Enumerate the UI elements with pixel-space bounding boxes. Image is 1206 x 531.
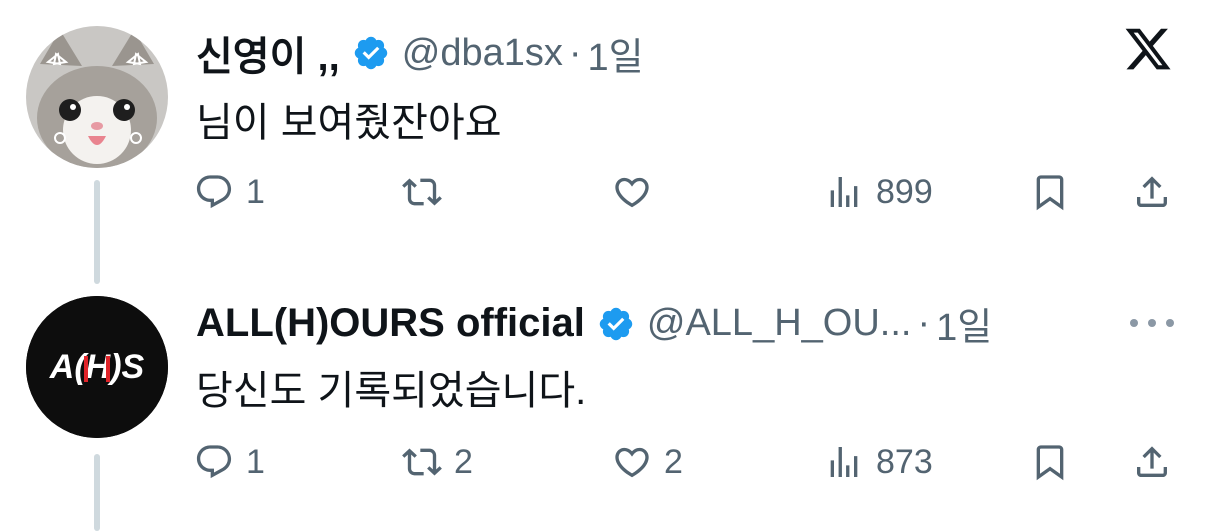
more-dots-icon[interactable] [1128,316,1176,330]
tweet-text: 당신도 기록되었습니다. [196,369,587,413]
handle[interactable]: @ALL_H_OU... [647,302,912,345]
like-count: 2 [664,442,683,481]
bookmark-icon [1036,175,1064,211]
repost-button[interactable]: 2 [402,442,473,482]
thread-line-2 [94,454,100,531]
separator: · [917,302,931,344]
bookmark-icon [1036,445,1064,481]
reply-icon [196,175,232,209]
views-button[interactable]: 873 [824,442,933,482]
reply-icon [196,445,232,479]
avatar[interactable] [26,26,168,168]
like-button[interactable]: 2 [612,442,683,482]
display-name[interactable]: ALL(H)OURS official [196,301,585,346]
repost-icon [402,178,442,206]
reply-button[interactable]: 1 [194,172,265,212]
repost-icon [402,448,442,476]
timestamp[interactable]: 1일 [588,26,644,81]
heart-icon [615,447,649,478]
verified-badge-icon [599,307,633,340]
repost-count: 2 [454,442,473,481]
thread-line-1 [94,180,100,284]
views-icon [830,177,858,207]
tweet-text: 님이 보여줬잔아요 [196,101,502,145]
handle[interactable]: @dba1sx [402,32,563,75]
verified-badge-icon [354,36,387,70]
views-count: 899 [876,172,933,211]
views-button[interactable]: 899 [824,172,933,212]
heart-icon [615,177,649,208]
avatar-allhours[interactable]: A(H)S [26,296,168,438]
timestamp[interactable]: 1일 [936,296,992,351]
views-icon [830,447,858,477]
display-name[interactable]: 신영이 ,, [196,24,340,82]
bookmark-button[interactable] [1030,442,1070,482]
share-icon [1137,446,1167,477]
reply-count: 1 [246,442,265,481]
reply-button[interactable]: 1 [194,442,265,482]
like-button[interactable] [612,172,664,212]
logo-text: A(H)S [49,348,145,386]
repost-button[interactable] [402,172,454,212]
share-icon [1137,176,1167,207]
reply-count: 1 [246,172,265,211]
share-button[interactable] [1132,442,1172,482]
share-button[interactable] [1132,172,1172,212]
separator: · [568,31,582,74]
allhours-logo-icon: A(H)S [26,296,168,438]
bookmark-button[interactable] [1030,172,1070,212]
tweet-header: 신영이 ,, @dba1sx · 1일 [196,24,644,82]
views-count: 873 [876,442,933,481]
x-logo-icon [1125,28,1171,70]
tweet-header: ALL(H)OURS official @ALL_H_OU... · 1일 [196,296,992,351]
